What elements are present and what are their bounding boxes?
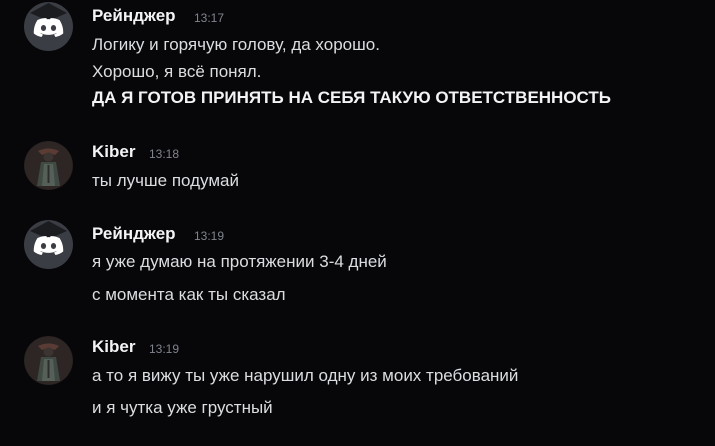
- message-timestamp[interactable]: 13:18: [149, 147, 179, 161]
- message-group: Kiber 13:18 ты лучше подумай: [0, 135, 715, 195]
- message-text: ты лучше подумай: [92, 171, 239, 190]
- message-timestamp[interactable]: 13:17: [194, 11, 224, 25]
- message-timestamp[interactable]: 13:19: [149, 342, 179, 356]
- message-text: и я чутка уже грустный: [92, 398, 273, 417]
- message-text: Хорошо, я всё понял.: [92, 62, 262, 81]
- message-group: Рейнджер 13:19 я уже думаю на протяжении…: [0, 216, 715, 316]
- message-text: а то я вижу ты уже нарушил одну из моих …: [92, 366, 519, 385]
- username[interactable]: Рейнджер: [92, 6, 176, 26]
- message-text: с момента как ты сказал: [92, 285, 286, 304]
- discord-logo-icon: [24, 2, 73, 51]
- message-text: Логику и горячую голову, да хорошо.: [92, 35, 380, 54]
- message-text: я уже думаю на протяжении 3-4 дней: [92, 252, 387, 271]
- discord-logo-icon: [24, 220, 73, 269]
- username[interactable]: Kiber: [92, 337, 135, 357]
- dark-figure-avatar: [24, 141, 73, 190]
- dark-figure-avatar: [24, 336, 73, 385]
- user-avatar[interactable]: [24, 336, 73, 385]
- user-avatar[interactable]: [24, 141, 73, 190]
- user-avatar[interactable]: [24, 220, 73, 269]
- message-timestamp[interactable]: 13:19: [194, 229, 224, 243]
- message-group: Kiber 13:19 а то я вижу ты уже нарушил о…: [0, 330, 715, 440]
- username[interactable]: Рейнджер: [92, 224, 176, 244]
- message-text: ДА Я ГОТОВ ПРИНЯТЬ НА СЕБЯ ТАКУЮ ОТВЕТСТ…: [92, 88, 612, 107]
- username[interactable]: Kiber: [92, 142, 135, 162]
- message-group: Рейнджер 13:17 Логику и горячую голову, …: [0, 0, 715, 115]
- user-avatar[interactable]: [24, 2, 73, 51]
